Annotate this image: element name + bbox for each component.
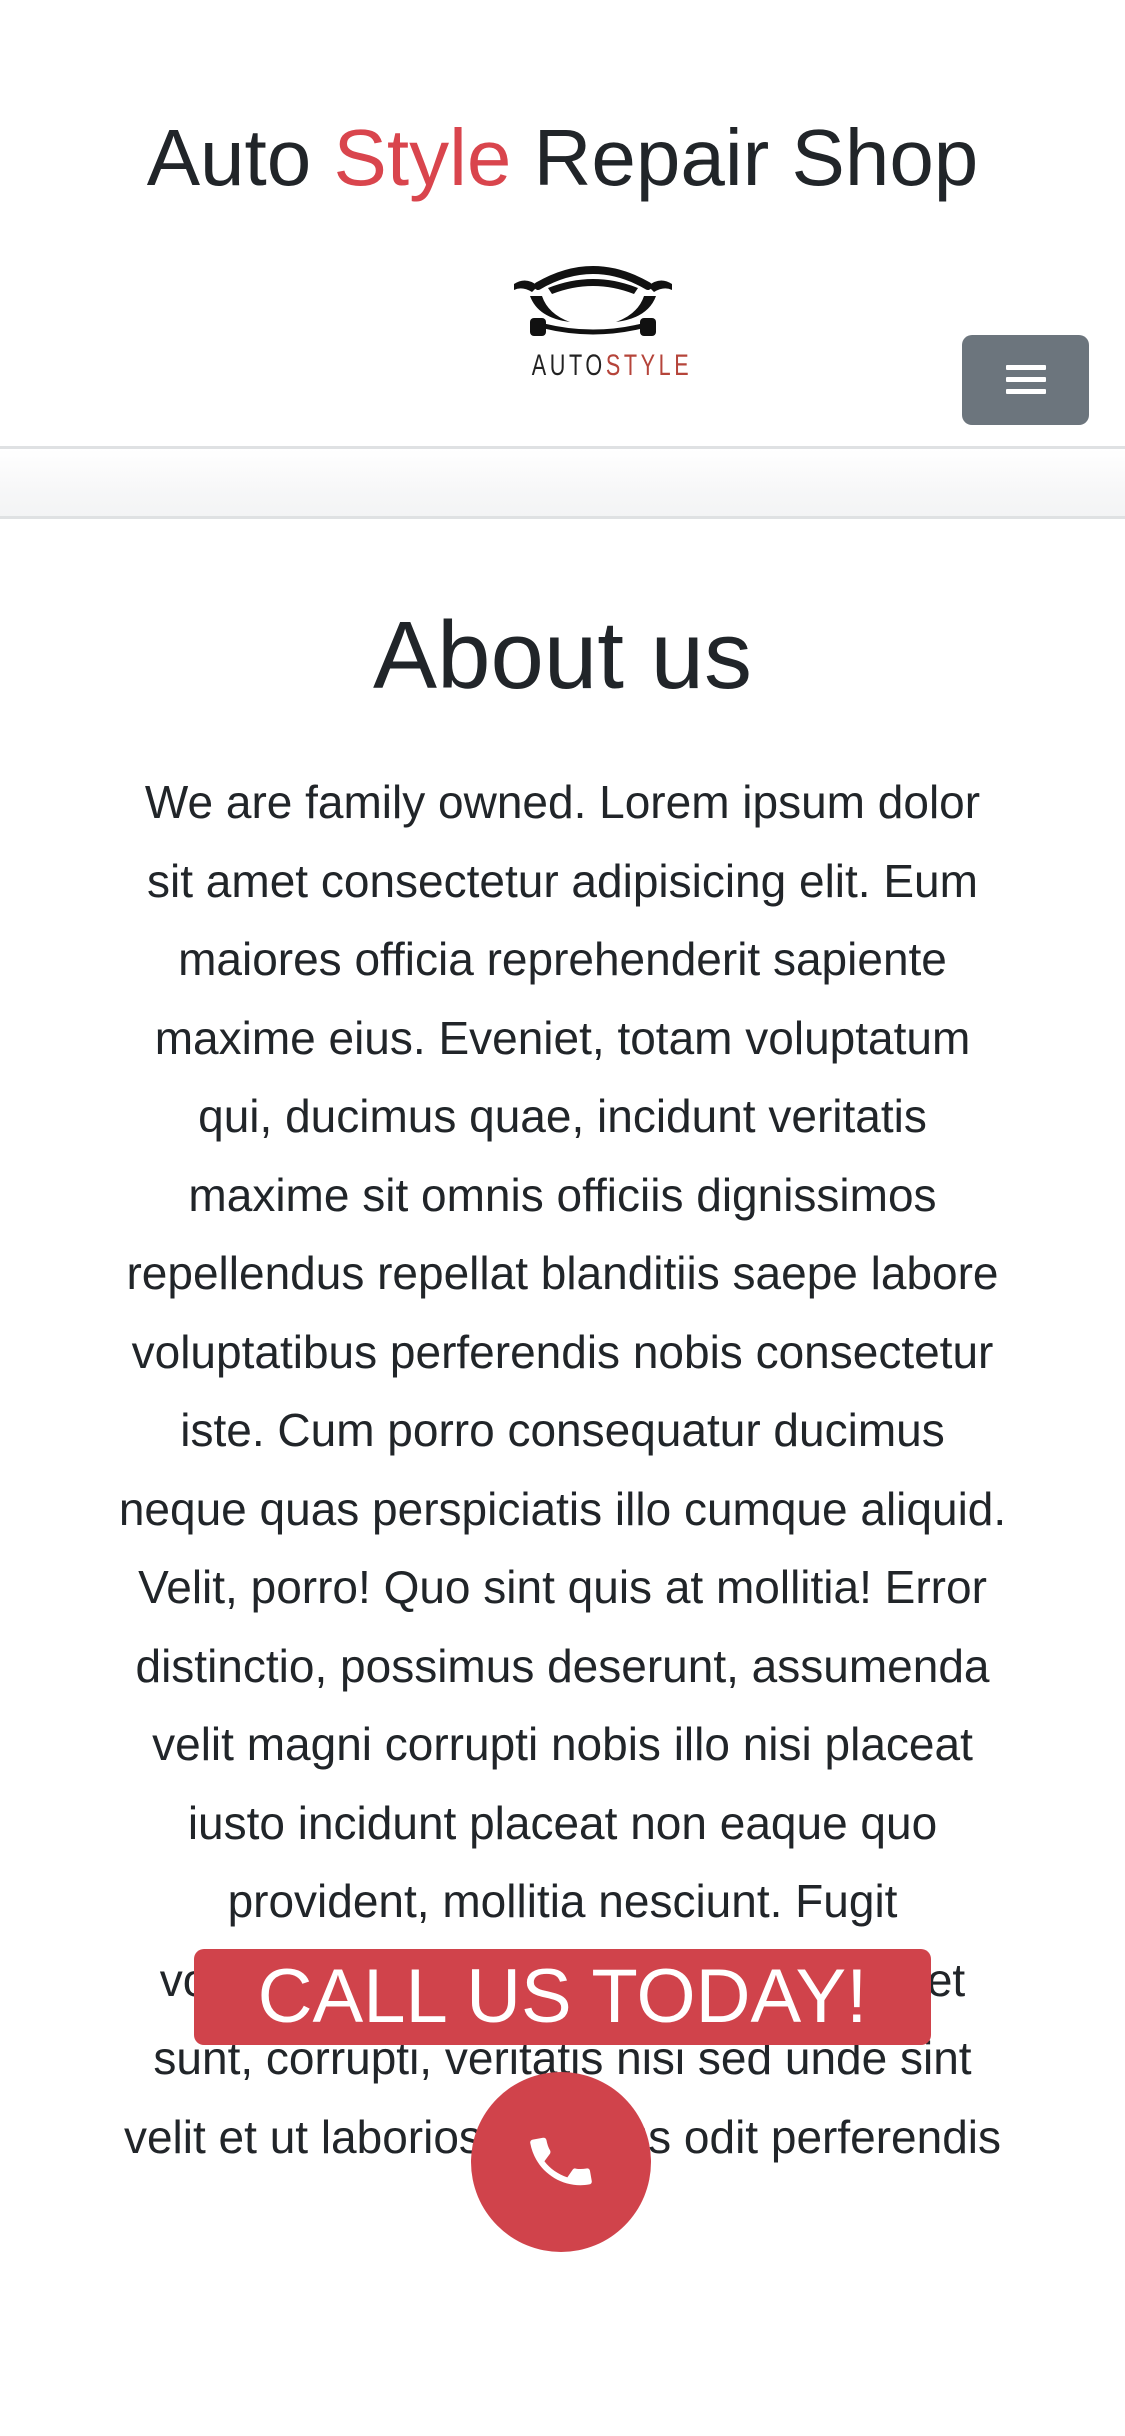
logo-text-style: STYLE [605, 349, 693, 382]
call-us-banner[interactable]: CALL US TODAY! [194, 1949, 931, 2045]
logo-text: AUTOSTYLE [531, 348, 689, 384]
hamburger-menu-icon-bar [1006, 389, 1046, 394]
menu-toggle-button[interactable] [962, 335, 1089, 425]
about-title: About us [373, 602, 752, 709]
nav-collapse-strip [0, 449, 1125, 517]
site-title-accent: Style [333, 113, 512, 202]
hamburger-menu-icon-bar [1006, 377, 1046, 382]
brand-logo[interactable]: AUTOSTYLE [508, 256, 689, 386]
car-silhouette-icon [514, 266, 672, 336]
site-header: Auto Style Repair Shop AUTOSTYLE [0, 0, 1125, 446]
site-title-part2: Repair Shop [511, 113, 979, 202]
phone-icon [530, 2137, 592, 2186]
logo-text-auto: AUTO [531, 349, 606, 382]
page: Auto Style Repair Shop AUTOSTYLE About u… [0, 0, 1125, 2436]
site-title: Auto Style Repair Shop [0, 108, 1125, 208]
section-divider [0, 516, 1125, 519]
site-title-part1: Auto [146, 113, 334, 202]
hamburger-menu-icon [1006, 365, 1046, 370]
call-button[interactable] [471, 2072, 651, 2252]
